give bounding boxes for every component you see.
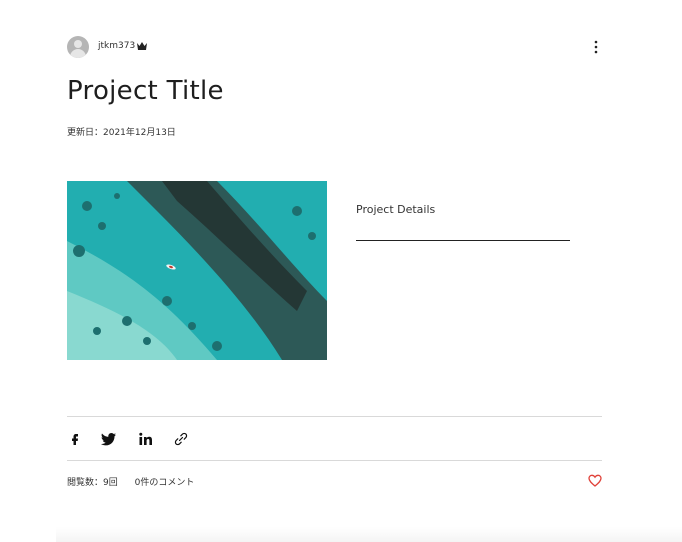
details-underline: [356, 240, 570, 241]
avatar-head: [74, 40, 82, 48]
crown-icon: [137, 42, 147, 50]
project-image: [67, 181, 327, 360]
share-top-divider: [67, 416, 602, 417]
author-avatar[interactable]: [67, 36, 89, 58]
share-bottom-divider: [67, 460, 602, 461]
author-row: jtkm373: [67, 36, 602, 58]
footer-edge: [56, 527, 682, 542]
avatar-shoulders: [70, 49, 86, 58]
link-icon[interactable]: [173, 431, 189, 447]
blog-post: jtkm373 Project Title 更新日：2021年12月13日 Pr…: [67, 36, 602, 506]
author-name[interactable]: jtkm373: [98, 41, 135, 51]
view-count: 閲覧数：9回: [67, 478, 118, 488]
linkedin-icon[interactable]: [138, 431, 154, 447]
like-heart-icon[interactable]: [588, 474, 602, 487]
comment-count[interactable]: 0件のコメント: [135, 478, 195, 488]
facebook-icon[interactable]: [67, 431, 83, 447]
share-bar: [67, 431, 207, 447]
post-title: Project Title: [67, 76, 224, 106]
twitter-icon[interactable]: [101, 431, 117, 447]
updated-date: 更新日：2021年12月13日: [67, 128, 176, 138]
more-options-icon[interactable]: [591, 39, 601, 55]
post-stats: 閲覧数：9回 0件のコメント: [67, 475, 208, 488]
project-details-label: Project Details: [356, 203, 436, 216]
